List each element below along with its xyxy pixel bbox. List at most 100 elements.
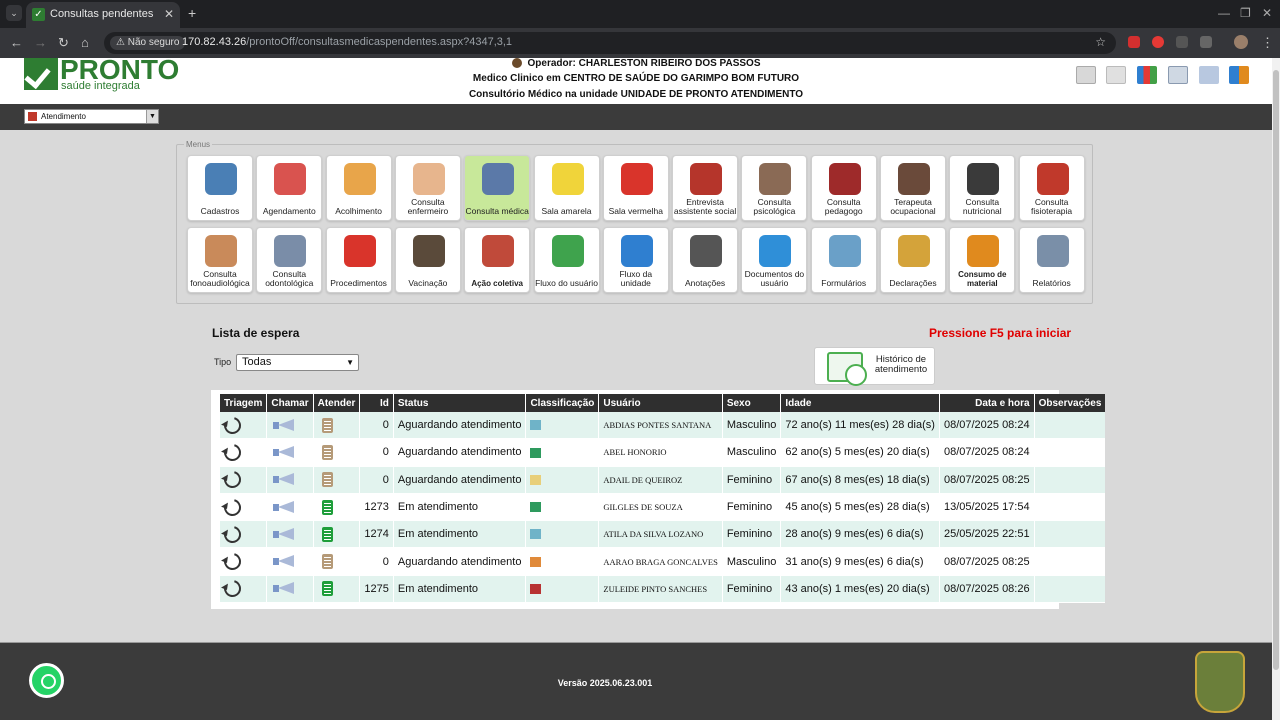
column-header[interactable]: Sexo xyxy=(722,394,781,412)
clipboard-icon[interactable] xyxy=(321,554,333,570)
megaphone-icon[interactable] xyxy=(273,555,295,568)
menu-tile[interactable]: Formulários xyxy=(810,227,877,293)
clipboard-icon[interactable] xyxy=(321,526,333,542)
camera-icon[interactable] xyxy=(1106,66,1126,84)
user-cell[interactable]: ABDIAS PONTES SANTANA xyxy=(599,412,722,440)
new-tab-icon[interactable]: + xyxy=(188,5,196,21)
menu-tile[interactable]: Declarações xyxy=(880,227,946,293)
clipboard-icon[interactable] xyxy=(321,472,333,488)
megaphone-icon[interactable] xyxy=(273,528,295,541)
extension-icon[interactable] xyxy=(1128,36,1140,48)
menu-tile[interactable]: Consulta psicológica xyxy=(741,155,808,221)
menu-tile[interactable]: Consulta médica xyxy=(464,155,531,221)
clipboard-icon[interactable] xyxy=(321,499,333,515)
triage-refresh-icon[interactable] xyxy=(220,468,245,492)
extension-icon[interactable] xyxy=(1152,36,1164,48)
column-header[interactable]: Usuário xyxy=(599,394,722,412)
clipboard-icon[interactable] xyxy=(321,581,333,597)
close-tab-icon[interactable]: ✕ xyxy=(164,7,174,21)
table-row[interactable]: 1273 Em atendimento GILGLES DE SOUZA Femini… xyxy=(220,493,1106,522)
table-row[interactable]: 1275 Em atendimento ZULEIDE PINTO SANCHES F… xyxy=(220,575,1106,604)
page-scrollbar[interactable] xyxy=(1272,58,1280,720)
chevron-down-icon[interactable]: ▼ xyxy=(146,110,158,123)
history-button[interactable]: Histórico de atendimento xyxy=(814,347,935,386)
user-cell[interactable]: ADAIL DE QUEIROZ xyxy=(599,466,722,494)
menu-tile[interactable]: Consulta odontológica xyxy=(256,227,323,293)
menu-tile[interactable]: Consumo de material xyxy=(949,227,1016,293)
triage-refresh-icon[interactable] xyxy=(220,495,245,519)
megaphone-icon[interactable] xyxy=(273,582,295,595)
menu-tile[interactable]: Acolhimento xyxy=(325,155,392,221)
megaphone-icon[interactable] xyxy=(273,473,295,486)
menu-tile[interactable]: Consulta fisioterapia xyxy=(1018,155,1085,221)
minimize-icon[interactable]: — xyxy=(1218,6,1230,20)
column-header[interactable]: Observações xyxy=(1034,394,1106,412)
menu-tile[interactable]: Cadastros xyxy=(187,155,253,221)
menu-tile[interactable]: Vacinação xyxy=(394,227,461,293)
browser-tab[interactable]: ✓ Consultas pendentes ✕ xyxy=(26,2,180,28)
scrollbar-thumb[interactable] xyxy=(1273,70,1279,670)
user-cell[interactable]: ZULEIDE PINTO SANCHES xyxy=(599,575,722,604)
menu-tile[interactable]: Sala amarela xyxy=(533,155,600,221)
triage-refresh-icon[interactable] xyxy=(220,440,245,465)
clipboard-icon[interactable] xyxy=(321,417,333,433)
column-header[interactable]: Chamar xyxy=(267,394,313,412)
menu-tile[interactable]: Documentos do usuário xyxy=(741,227,808,293)
megaphone-icon[interactable] xyxy=(273,446,295,459)
menu-tile[interactable]: Ação coletiva xyxy=(464,227,531,293)
restore-icon[interactable]: ❐ xyxy=(1240,6,1251,20)
megaphone-icon[interactable] xyxy=(1199,66,1219,84)
tipo-select[interactable]: Todas ▼ xyxy=(236,354,359,371)
megaphone-icon[interactable] xyxy=(273,419,295,432)
profile-avatar[interactable] xyxy=(1234,35,1248,49)
monitor-download-icon[interactable] xyxy=(1168,66,1188,84)
clipboard-icon[interactable] xyxy=(321,444,333,460)
megaphone-icon[interactable] xyxy=(273,501,295,514)
menu-tile[interactable]: Sala vermelha xyxy=(602,155,669,221)
column-header[interactable]: Idade xyxy=(781,394,939,412)
browser-menu-icon[interactable]: ⋮ xyxy=(1261,35,1274,51)
back-icon[interactable]: ← xyxy=(10,35,23,50)
table-row[interactable]: 0 Aguardando atendimento ABEL HONORIO Mascu… xyxy=(220,439,1106,467)
menu-tile[interactable]: Consulta enfermeiro xyxy=(394,155,461,221)
unit-select[interactable]: Atendimento ▼ xyxy=(24,109,159,124)
menu-tile[interactable]: Consulta nutricional xyxy=(949,155,1016,221)
menu-tile[interactable]: Entrevista assistente social xyxy=(672,155,739,221)
table-row[interactable]: 1274 Em atendimento ATILA DA SILVA LOZANO F… xyxy=(220,521,1106,549)
column-header[interactable]: Triagem xyxy=(220,394,267,412)
forward-icon[interactable]: → xyxy=(34,35,47,50)
extension-icon[interactable] xyxy=(1176,36,1188,48)
triage-refresh-icon[interactable] xyxy=(220,413,245,437)
user-cell[interactable]: ABEL HONORIO xyxy=(599,439,722,467)
triage-refresh-icon[interactable] xyxy=(220,550,245,574)
triage-refresh-icon[interactable] xyxy=(220,522,245,546)
table-row[interactable]: 0 Aguardando atendimento ADAIL DE QUEIROZ F… xyxy=(220,466,1106,494)
triage-refresh-icon[interactable] xyxy=(220,577,245,601)
menu-tile[interactable]: Agendamento xyxy=(256,155,323,221)
tab-search-icon[interactable]: ⌄ xyxy=(6,5,22,21)
menu-tile[interactable]: Fluxo do usuário xyxy=(533,227,600,293)
presentation-icon[interactable] xyxy=(1076,66,1096,84)
column-header[interactable]: Id xyxy=(360,394,393,412)
column-header[interactable]: Classificação xyxy=(526,394,599,412)
column-header[interactable]: Status xyxy=(393,394,526,412)
menu-tile[interactable]: Relatórios xyxy=(1018,227,1085,293)
bookmark-star-icon[interactable]: ☆ xyxy=(1095,35,1106,49)
menu-tile[interactable]: Anotações xyxy=(672,227,739,293)
url-field[interactable]: ⚠ Não seguro 170.82.43.26/prontoOff/cons… xyxy=(104,32,1116,54)
menu-tile[interactable]: Consulta pedagogo xyxy=(810,155,877,221)
column-header[interactable]: Data e hora xyxy=(939,394,1034,412)
menu-tile[interactable]: Consulta fonoaudiológica xyxy=(187,227,253,293)
exit-door-icon[interactable] xyxy=(1229,66,1249,84)
table-row[interactable]: 0 Aguardando atendimento ABDIAS PONTES SAN… xyxy=(220,412,1106,440)
menu-tile[interactable]: Terapeuta ocupacional xyxy=(880,155,946,221)
reload-icon[interactable]: ↻ xyxy=(58,35,69,51)
close-window-icon[interactable]: ✕ xyxy=(1262,6,1272,20)
home-icon[interactable]: ⌂ xyxy=(81,35,89,50)
table-row[interactable]: 0 Aguardando atendimento AARAO BRAGA GONCA… xyxy=(220,548,1106,576)
extensions-puzzle-icon[interactable] xyxy=(1200,36,1212,48)
menu-tile[interactable]: Fluxo da unidade xyxy=(602,227,669,293)
user-cell[interactable]: AARAO BRAGA GONCALVES xyxy=(599,548,722,576)
column-header[interactable]: Atender xyxy=(313,394,360,412)
user-cell[interactable]: GILGLES DE SOUZA xyxy=(599,493,722,522)
